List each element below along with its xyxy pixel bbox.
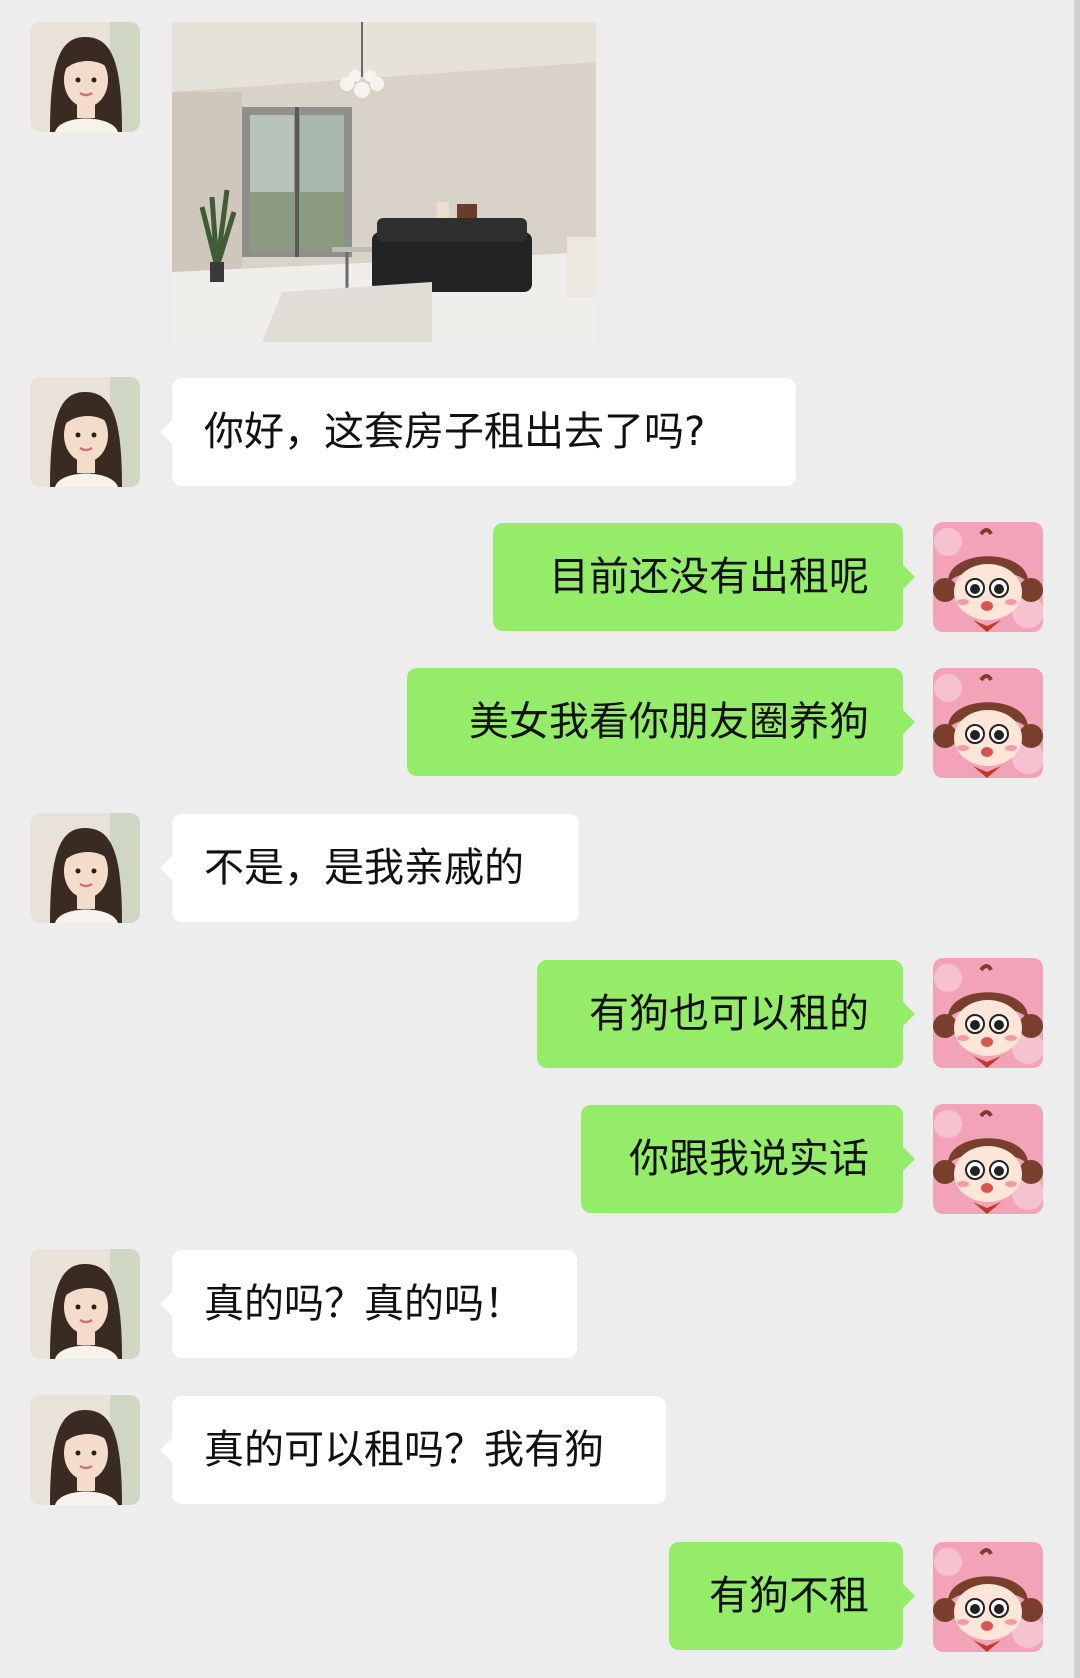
message-bubble-outgoing[interactable]: 美女我看你朋友圈养狗	[407, 668, 915, 776]
message-bubble-incoming[interactable]: 真的吗？真的吗！	[160, 1250, 577, 1358]
message-text: 真的可以租吗？我有狗	[204, 1427, 604, 1473]
message-text: 真的吗？真的吗！	[204, 1281, 524, 1327]
message-bubble-outgoing[interactable]: 你跟我说实话	[581, 1105, 915, 1213]
message-text: 不是，是我亲戚的	[204, 845, 524, 891]
woman-portrait-avatar-icon	[30, 1249, 140, 1359]
contact-avatar[interactable]	[30, 1249, 140, 1359]
my-avatar[interactable]	[933, 958, 1043, 1068]
my-avatar[interactable]	[933, 1542, 1043, 1652]
message-text: 你好，这套房子租出去了吗?	[204, 409, 706, 455]
cartoon-girl-avatar-icon	[933, 668, 1043, 778]
message-text: 目前还没有出租呢	[549, 554, 869, 600]
message-bubble-outgoing[interactable]: 有狗不租	[669, 1542, 915, 1650]
woman-portrait-avatar-icon	[30, 377, 140, 487]
message-bubble-incoming[interactable]: 不是，是我亲戚的	[160, 814, 579, 922]
cartoon-girl-avatar-icon	[933, 522, 1043, 632]
message-text: 你跟我说实话	[629, 1136, 869, 1182]
cartoon-girl-avatar-icon	[933, 958, 1043, 1068]
woman-portrait-avatar-icon	[30, 813, 140, 923]
my-avatar[interactable]	[933, 1104, 1043, 1214]
scrollbar-track	[1074, 0, 1080, 1678]
message-text: 有狗不租	[709, 1573, 869, 1619]
woman-portrait-avatar-icon	[30, 22, 140, 132]
message-bubble-incoming[interactable]: 你好，这套房子租出去了吗?	[160, 378, 796, 486]
contact-avatar[interactable]	[30, 1395, 140, 1505]
living-room-photo-icon	[172, 22, 596, 342]
contact-avatar[interactable]	[30, 377, 140, 487]
my-avatar[interactable]	[933, 522, 1043, 632]
chat-history: 你好，这套房子租出去了吗? 目前还没有出租呢 美女我看你朋友圈养狗 不是，是我亲…	[0, 0, 1080, 1678]
message-bubble-incoming[interactable]: 真的可以租吗？我有狗	[160, 1396, 666, 1504]
message-bubble-outgoing[interactable]: 目前还没有出租呢	[493, 523, 915, 631]
message-text: 美女我看你朋友圈养狗	[469, 699, 869, 745]
my-avatar[interactable]	[933, 668, 1043, 778]
message-bubble-outgoing[interactable]: 有狗也可以租的	[537, 960, 915, 1068]
contact-avatar[interactable]	[30, 22, 140, 132]
shared-room-photo[interactable]	[172, 22, 596, 342]
woman-portrait-avatar-icon	[30, 1395, 140, 1505]
contact-avatar[interactable]	[30, 813, 140, 923]
message-text: 有狗也可以租的	[589, 991, 869, 1037]
cartoon-girl-avatar-icon	[933, 1542, 1043, 1652]
cartoon-girl-avatar-icon	[933, 1104, 1043, 1214]
